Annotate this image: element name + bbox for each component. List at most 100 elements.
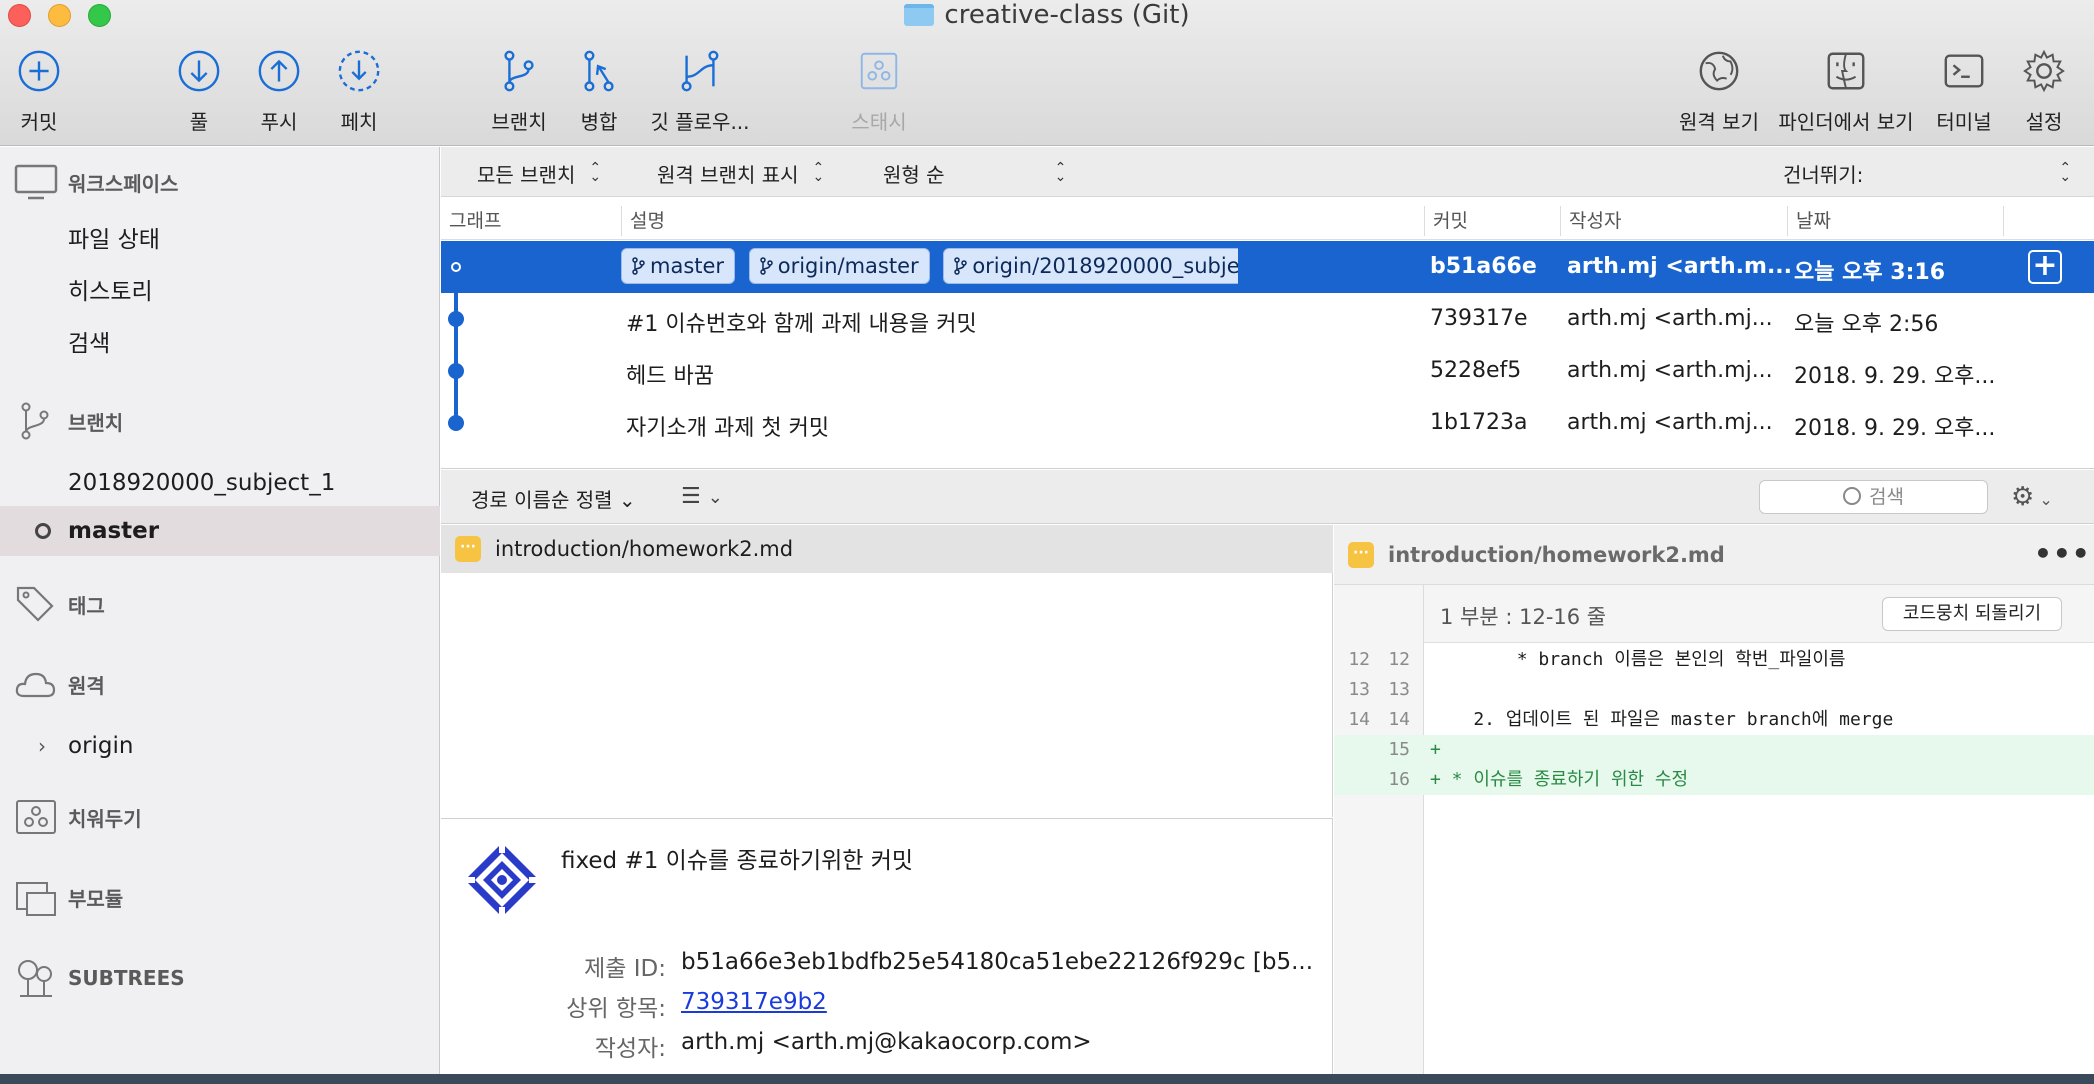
sidebar-section-submodules[interactable]: 부모듈 bbox=[0, 872, 440, 922]
sidebar-item-label: 히스토리 bbox=[68, 279, 153, 305]
view-mode-dropdown[interactable]: ☰ ⌄ bbox=[681, 484, 723, 509]
sidebar-section-subtrees[interactable]: SUBTREES bbox=[0, 953, 440, 1003]
diff-line: 12 12 * branch 이름은 본인의 학번_파일이름 bbox=[1334, 645, 2094, 675]
sidebar-section-label: SUBTREES bbox=[68, 966, 185, 990]
old-line-number: 12 bbox=[1348, 649, 1370, 670]
commit-row[interactable]: master origin/master origin/2018920000_s… bbox=[441, 241, 2094, 293]
sidebar-section-stashes[interactable]: 치워두기 bbox=[0, 792, 440, 842]
updown-chevron-icon: ⌃ ⌄ bbox=[812, 160, 825, 185]
jump-to-select[interactable]: 건너뛰기: ⌃ ⌄ bbox=[1783, 159, 2073, 188]
commit-graph-node bbox=[448, 415, 464, 431]
sort-order-select[interactable]: 원형 순 ⌃ ⌄ bbox=[883, 159, 1069, 188]
sidebar-item-remote-origin[interactable]: › origin bbox=[0, 724, 440, 768]
fetch-button[interactable]: 페치 bbox=[334, 48, 384, 135]
commit-row[interactable]: #1 이슈번호와 함께 과제 내용을 커밋 739317e arth.mj <a… bbox=[441, 293, 2094, 345]
commit-author: arth.mj <arth.mj... bbox=[1567, 358, 1773, 383]
sidebar-section-remotes[interactable]: 원격 bbox=[0, 659, 440, 709]
git-flow-button[interactable]: 깃 플로우... bbox=[648, 48, 752, 135]
sidebar-item-branch-subject[interactable]: 2018920000_subject_1 bbox=[0, 461, 440, 505]
more-options-icon[interactable]: ••• bbox=[2034, 537, 2091, 570]
sort-order-label: 원형 순 bbox=[883, 163, 945, 187]
add-tag-button[interactable]: + bbox=[2028, 250, 2062, 284]
sort-by-path-dropdown[interactable]: 경로 이름순 정렬 ⌄ bbox=[471, 484, 636, 513]
commit-description: #1 이슈번호와 함께 과제 내용을 커밋 bbox=[626, 312, 977, 337]
commit-hash: 5228ef5 bbox=[1430, 358, 1522, 383]
file-search-input[interactable]: 검색 bbox=[1759, 480, 1988, 514]
chevron-right-icon[interactable]: › bbox=[38, 734, 46, 758]
file-options-button[interactable]: ⚙ ⌄ bbox=[2011, 482, 2071, 512]
all-branches-select[interactable]: 모든 브랜치 ⌃ ⌄ bbox=[477, 159, 603, 188]
settings-button[interactable]: 설정 bbox=[2020, 48, 2068, 135]
column-header-author[interactable]: 작성자 bbox=[1560, 206, 1787, 236]
branch-tag[interactable]: master bbox=[621, 248, 736, 284]
sidebar-section-branches[interactable]: 브랜치 bbox=[0, 396, 440, 446]
branch-icon bbox=[504, 50, 534, 92]
tag-icon bbox=[16, 586, 54, 622]
new-line-number: 13 bbox=[1388, 679, 1410, 700]
stash-icon bbox=[860, 52, 898, 90]
arrow-down-circle-icon bbox=[178, 50, 220, 92]
diff-line-text: * branch 이름은 본인의 학번_파일이름 bbox=[1430, 649, 1846, 670]
sidebar-section-tags[interactable]: 태그 bbox=[0, 579, 440, 629]
sidebar-section-workspace[interactable]: 워크스페이스 bbox=[0, 157, 440, 207]
fetch-label: 페치 bbox=[340, 110, 378, 134]
column-header-label: 날짜 bbox=[1796, 210, 1831, 232]
commit-row[interactable]: 헤드 바꿈 5228ef5 arth.mj <arth.mj... 2018. … bbox=[441, 345, 2094, 397]
list-icon: ☰ bbox=[681, 484, 701, 509]
commit-date: 2018. 9. 29. 오후... bbox=[1794, 364, 1996, 389]
terminal-button[interactable]: 터미널 bbox=[1934, 48, 1994, 135]
file-row[interactable]: ··· introduction/homework2.md bbox=[441, 525, 1333, 573]
hunk-header: 1 부분 : 12-16 줄 코드뭉치 되돌리기 bbox=[1424, 585, 2094, 643]
sidebar-item-search[interactable]: 검색 bbox=[0, 319, 440, 363]
search-placeholder: 검색 bbox=[1869, 486, 1904, 508]
chevron-down-icon: ⌄ bbox=[618, 488, 636, 512]
globe-icon bbox=[1699, 51, 1739, 91]
parent-commit-link[interactable]: 739317e9b2 bbox=[681, 989, 827, 1015]
commit-row[interactable]: 자기소개 과제 첫 커밋 1b1723a arth.mj <arth.mj...… bbox=[441, 397, 2094, 449]
diff-view: ··· introduction/homework2.md ••• 1 부분 :… bbox=[1334, 525, 2094, 1084]
sidebar-item-file-status[interactable]: 파일 상태 bbox=[0, 215, 440, 259]
revert-hunk-button[interactable]: 코드뭉치 되돌리기 bbox=[1882, 597, 2062, 631]
column-header-description[interactable]: 설명 bbox=[621, 206, 1424, 236]
branch-tag[interactable]: origin/2018920000_subject_1 bbox=[943, 248, 1238, 284]
commit-button[interactable]: 커밋 bbox=[14, 48, 64, 135]
pull-button[interactable]: 풀 bbox=[174, 48, 224, 135]
show-remote-branches-select[interactable]: 원격 브랜치 표시 ⌃ ⌄ bbox=[657, 159, 827, 188]
commit-hash: b51a66e bbox=[1430, 254, 1537, 279]
branch-icon bbox=[954, 257, 968, 275]
column-header-graph[interactable]: 그래프 bbox=[441, 206, 621, 236]
sidebar-section-label: 치워두기 bbox=[68, 806, 142, 831]
new-line-number: 15 bbox=[1388, 739, 1410, 760]
terminal-label: 터미널 bbox=[1936, 110, 1992, 134]
subtree-icon bbox=[18, 960, 52, 997]
column-header-commit[interactable]: 커밋 bbox=[1424, 206, 1560, 236]
show-in-finder-button[interactable]: 파인더에서 보기 bbox=[1775, 48, 1917, 135]
commit-details: fixed #1 이슈를 종료하기위한 커밋 제출 ID: b51a66e3eb… bbox=[441, 818, 1333, 1084]
pull-label: 풀 bbox=[189, 110, 209, 134]
new-line-number: 16 bbox=[1388, 769, 1410, 790]
branch-tag-label: origin/2018920000_subject_1 bbox=[972, 254, 1238, 278]
terminal-icon bbox=[1944, 54, 1984, 88]
diff-line: 14 14 2. 업데이트 된 파일은 master branch에 merge bbox=[1334, 705, 2094, 735]
sidebar-item-history[interactable]: 히스토리 bbox=[0, 267, 440, 311]
merge-label: 병합 bbox=[580, 110, 618, 134]
column-header-date[interactable]: 날짜 bbox=[1787, 206, 2003, 236]
updown-chevron-icon: ⌃ ⌄ bbox=[2059, 160, 2072, 185]
ref-tags: master origin/master origin/2018920000_s… bbox=[621, 248, 1238, 286]
sidebar-section-label: 태그 bbox=[68, 593, 105, 618]
new-line-number: 12 bbox=[1388, 649, 1410, 670]
branch-tag[interactable]: origin/master bbox=[748, 248, 930, 284]
cloud-icon bbox=[15, 672, 56, 698]
sidebar-item-label: origin bbox=[68, 733, 134, 759]
branch-icon bbox=[21, 402, 49, 440]
commit-label: 커밋 bbox=[20, 110, 58, 134]
sidebar-item-label: master bbox=[68, 518, 160, 544]
branch-button[interactable]: 브랜치 bbox=[488, 48, 550, 135]
sidebar-item-label: 검색 bbox=[68, 331, 111, 357]
merge-button[interactable]: 병합 bbox=[573, 48, 625, 135]
remote-view-button[interactable]: 원격 보기 bbox=[1674, 48, 1764, 135]
sidebar-item-branch-master[interactable]: master bbox=[0, 506, 440, 556]
stash-button[interactable]: 스태시 bbox=[850, 48, 908, 135]
column-header-extra bbox=[2003, 206, 2094, 236]
push-button[interactable]: 푸시 bbox=[254, 48, 304, 135]
